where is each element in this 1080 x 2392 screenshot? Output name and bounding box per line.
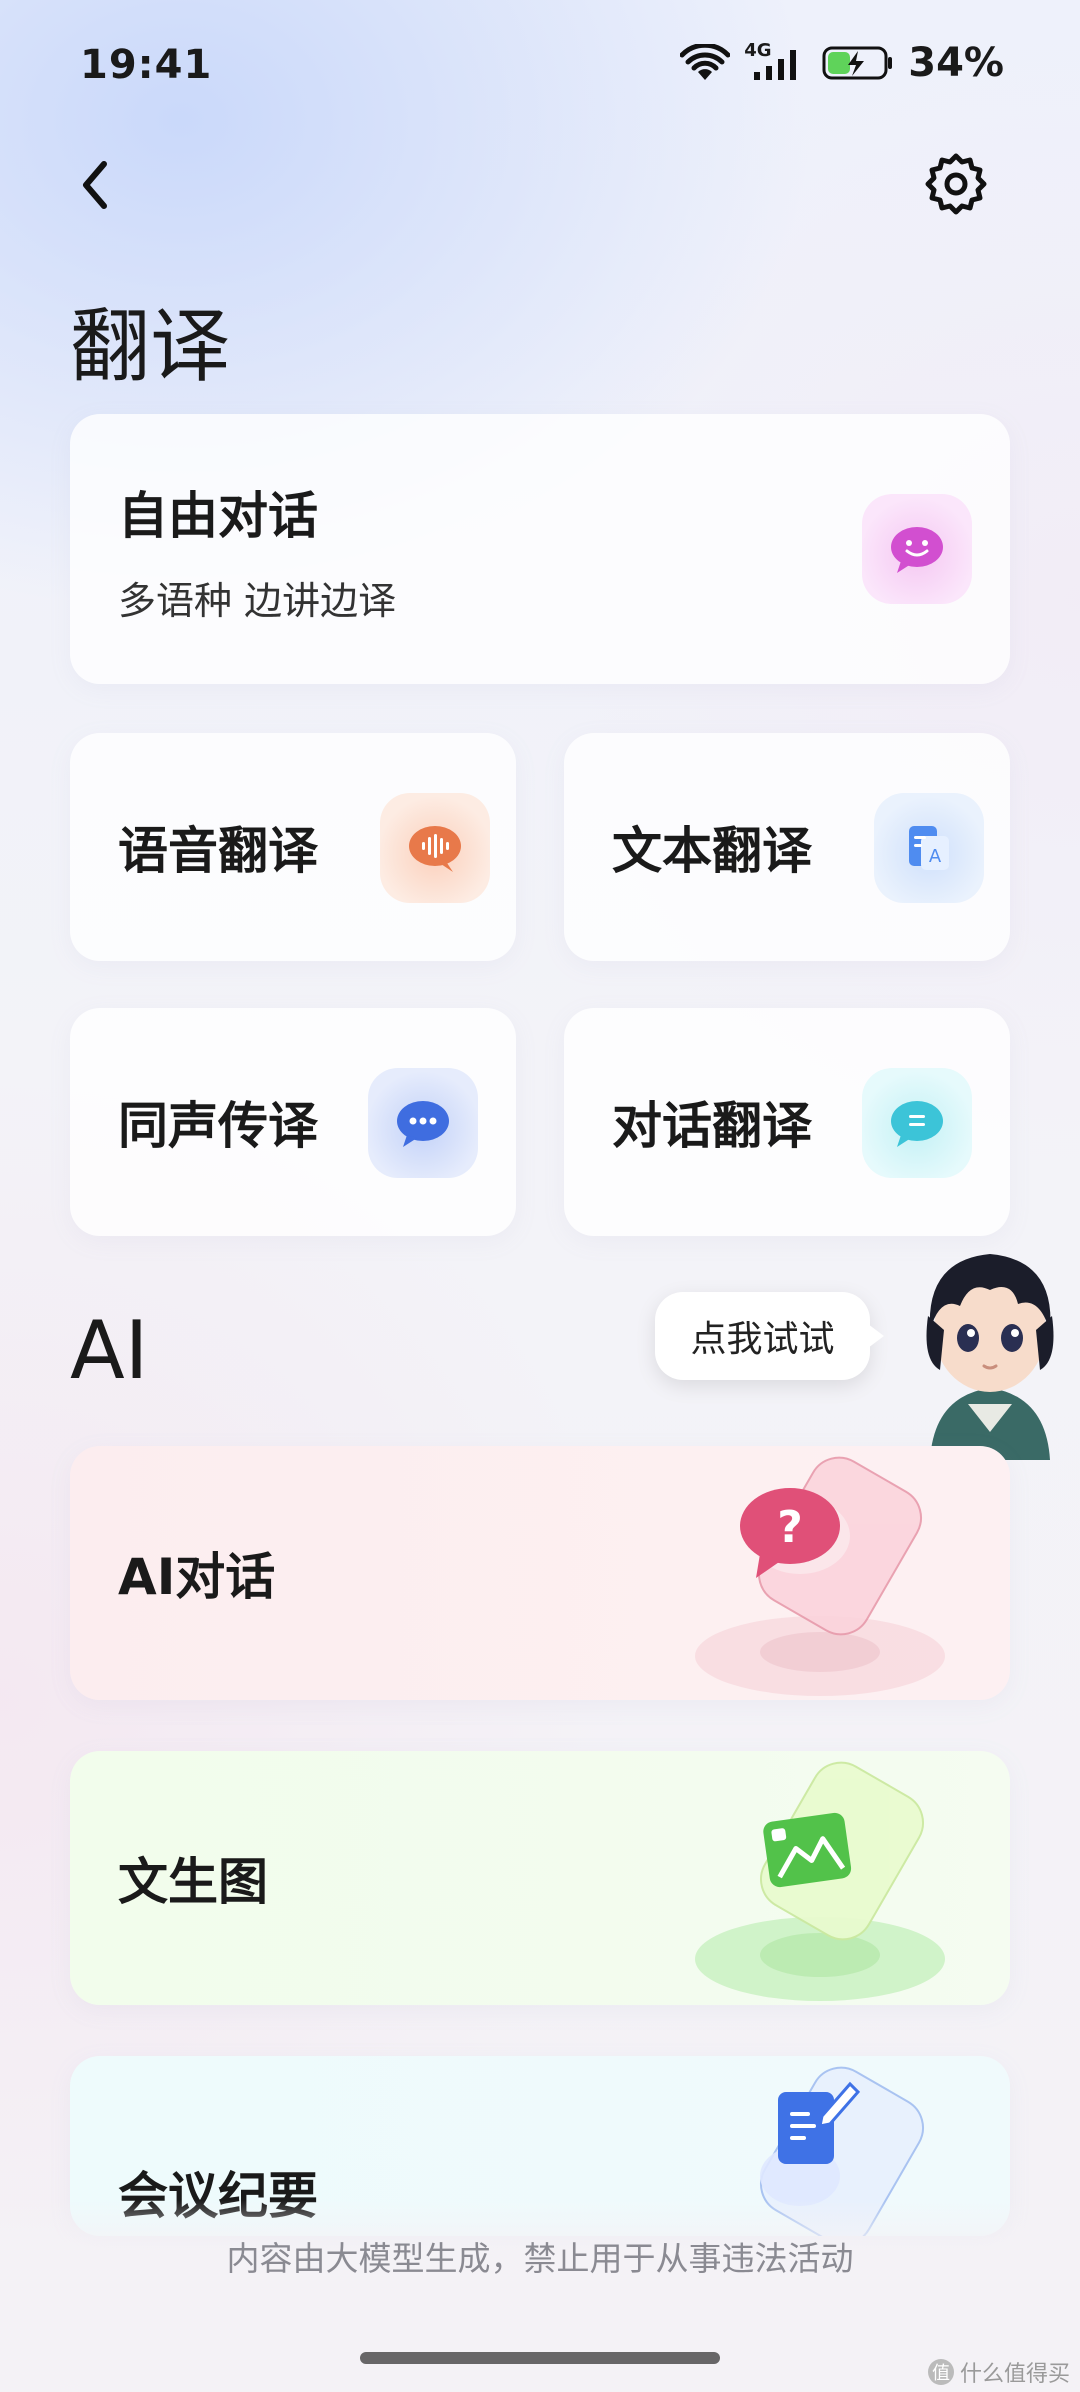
smile-chat-icon bbox=[862, 494, 972, 604]
section-title-ai: AI bbox=[70, 1304, 149, 1397]
free-dialogue-title: 自由对话 bbox=[118, 487, 318, 545]
battery-percent: 34% bbox=[908, 40, 1004, 86]
watermark: 值 什么值得买 bbox=[927, 2356, 1070, 2388]
gear-icon bbox=[925, 153, 987, 215]
voice-translate-title: 语音翻译 bbox=[118, 822, 318, 880]
image-card-icon bbox=[695, 1761, 945, 2001]
free-dialogue-card[interactable]: 自由对话 多语种 边讲边译 bbox=[70, 414, 1010, 684]
svg-text:A: A bbox=[929, 846, 942, 867]
question-bubble-icon: ? bbox=[695, 1456, 945, 1696]
settings-button[interactable] bbox=[920, 148, 992, 220]
battery-charging-icon bbox=[822, 46, 893, 80]
text-translate-title: 文本翻译 bbox=[612, 822, 812, 880]
watermark-logo: 值 bbox=[927, 2359, 954, 2385]
wifi-icon bbox=[680, 44, 731, 80]
cellular-signal-icon: 4G bbox=[744, 40, 808, 82]
voice-translate-card[interactable]: 语音翻译 bbox=[70, 733, 516, 961]
voice-wave-icon bbox=[380, 793, 490, 903]
home-indicator[interactable] bbox=[360, 2352, 720, 2364]
watermark-text: 什么值得买 bbox=[959, 2362, 1070, 2387]
ai-chat-card[interactable]: AI对话 ? bbox=[70, 1446, 1010, 1700]
ai-chat-title: AI对话 bbox=[118, 1548, 276, 1606]
chevron-left-icon bbox=[83, 161, 107, 209]
simultaneous-interpretation-card[interactable]: 同声传译 bbox=[70, 1008, 516, 1236]
svg-text:?: ? bbox=[777, 1502, 803, 1553]
text-to-image-title: 文生图 bbox=[118, 1853, 268, 1911]
free-dialogue-subtitle: 多语种 边讲边译 bbox=[118, 579, 397, 623]
dialog-bubble-icon bbox=[862, 1068, 972, 1178]
assistant-avatar[interactable] bbox=[900, 1220, 1080, 1460]
status-icons: 4G 34% bbox=[680, 40, 1004, 86]
back-button[interactable] bbox=[70, 150, 120, 220]
text-to-image-card[interactable]: 文生图 bbox=[70, 1751, 1010, 2005]
ai-disclaimer: 内容由大模型生成，禁止用于从事违法活动 bbox=[226, 2239, 854, 2278]
chat-dots-icon bbox=[368, 1068, 478, 1178]
simultaneous-interpretation-title: 同声传译 bbox=[118, 1097, 318, 1155]
status-time: 19:41 bbox=[80, 42, 213, 88]
dialogue-translate-title: 对话翻译 bbox=[612, 1097, 812, 1155]
text-translate-icon: A bbox=[874, 793, 984, 903]
text-translate-card[interactable]: 文本翻译 A bbox=[564, 733, 1010, 961]
dialogue-translate-card[interactable]: 对话翻译 bbox=[564, 1008, 1010, 1236]
assistant-tooltip[interactable]: 点我试试 bbox=[655, 1292, 884, 1380]
section-title-translate: 翻译 bbox=[70, 300, 230, 393]
